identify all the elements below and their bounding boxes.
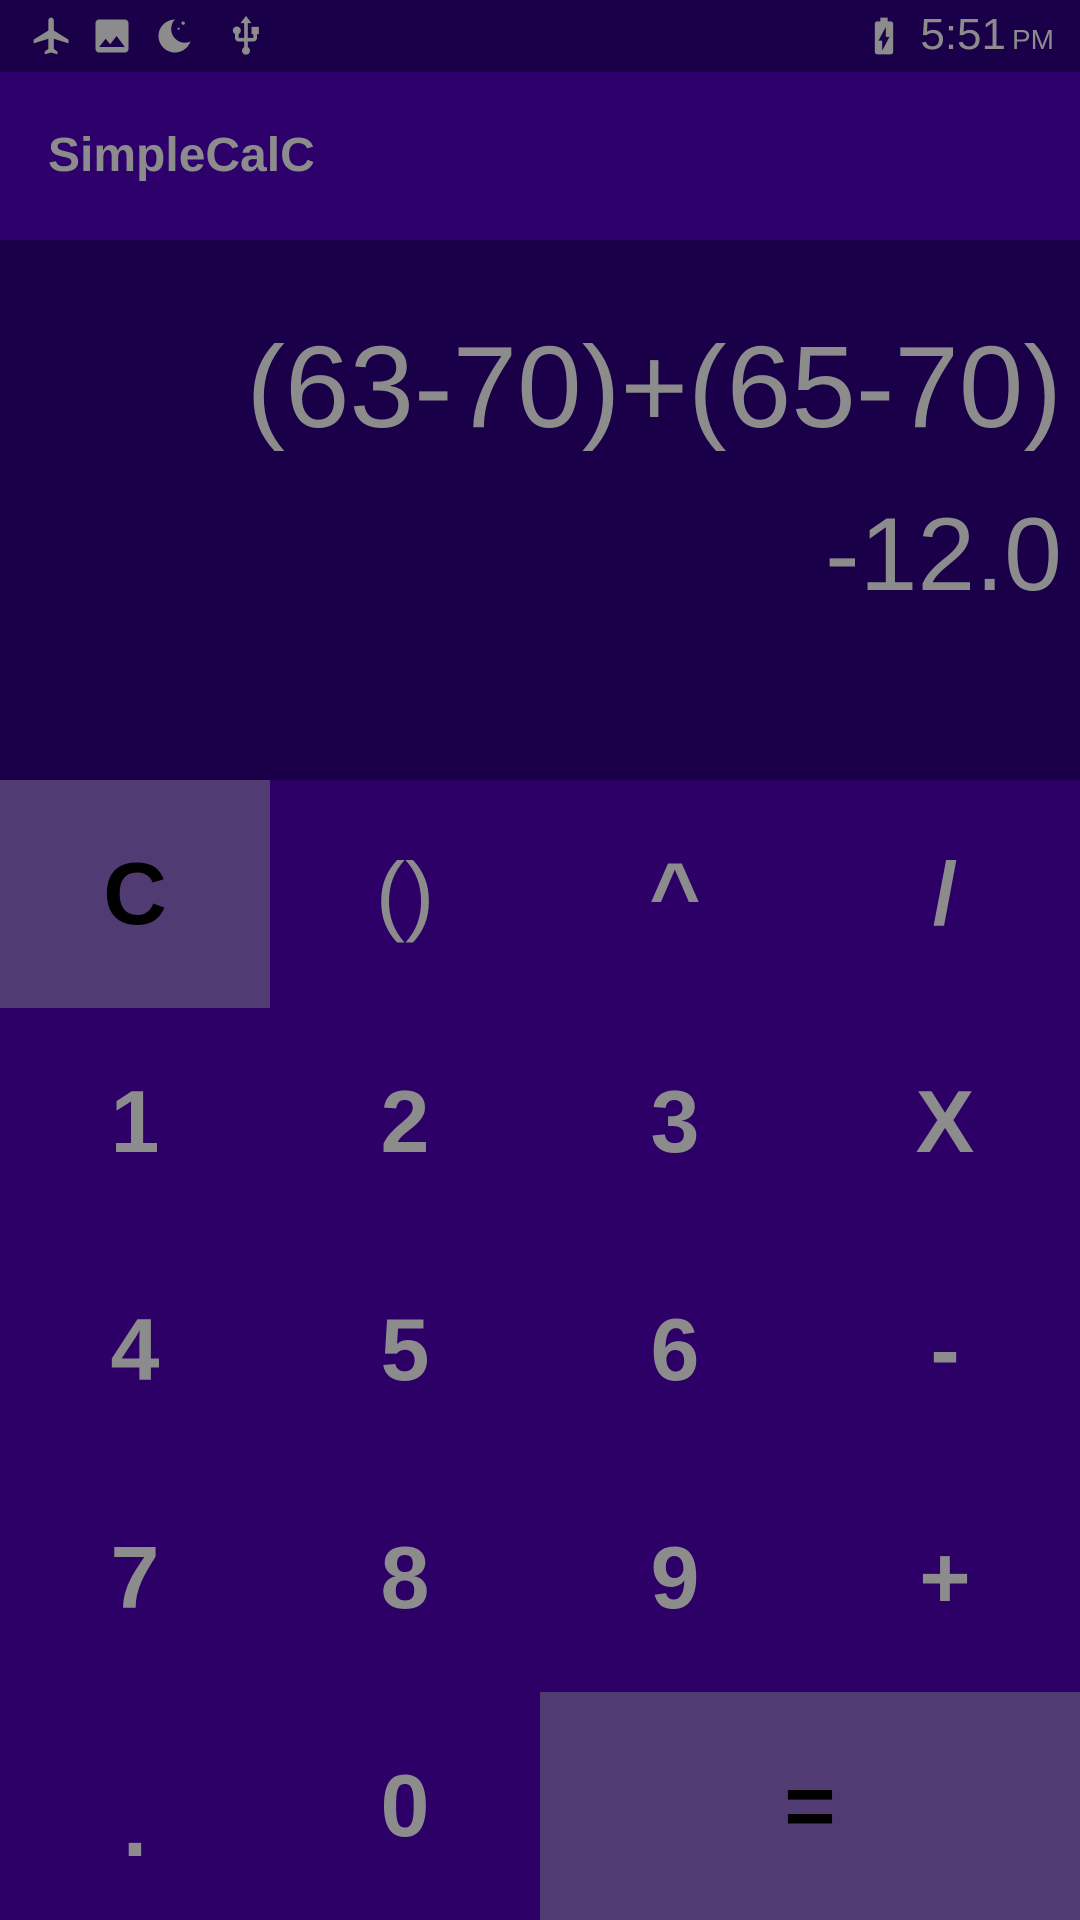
equals-button[interactable]: = <box>540 1692 1080 1920</box>
calculator-display: (63-70)+(65-70) -12.0 <box>0 240 1080 780</box>
keypad: C () ^ / 1 2 3 X 4 5 6 - 7 8 9 + . 0 = <box>0 780 1080 1920</box>
result-text: -12.0 <box>824 497 1062 613</box>
multiply-button[interactable]: X <box>810 1008 1080 1236</box>
digit-7-button[interactable]: 7 <box>0 1464 270 1692</box>
parentheses-button[interactable]: () <box>270 780 540 1008</box>
clock-ampm: PM <box>1012 24 1054 55</box>
expression-text: (63-70)+(65-70) <box>246 322 1062 452</box>
airplane-icon <box>33 17 69 55</box>
digit-5-button[interactable]: 5 <box>270 1236 540 1464</box>
clear-button[interactable]: C <box>0 780 270 1008</box>
app-bar: SimpleCalC <box>0 72 1080 240</box>
clock-time: 5:51 <box>920 10 1006 59</box>
minus-button[interactable]: - <box>810 1236 1080 1464</box>
plus-button[interactable]: + <box>810 1464 1080 1692</box>
moon-icon <box>158 19 191 53</box>
image-icon <box>95 19 129 53</box>
digit-8-button[interactable]: 8 <box>270 1464 540 1692</box>
digit-4-button[interactable]: 4 <box>0 1236 270 1464</box>
usb-icon <box>232 15 259 55</box>
divide-button[interactable]: / <box>810 780 1080 1008</box>
digit-0-button[interactable]: 0 <box>270 1692 540 1920</box>
status-bar: 5:51 PM <box>0 0 1080 72</box>
decimal-point-button[interactable]: . <box>0 1692 270 1920</box>
digit-9-button[interactable]: 9 <box>540 1464 810 1692</box>
app-title: SimpleCalC <box>48 129 315 182</box>
digit-1-button[interactable]: 1 <box>0 1008 270 1236</box>
digit-2-button[interactable]: 2 <box>270 1008 540 1236</box>
status-time: 5:51 PM <box>920 10 1054 60</box>
digit-6-button[interactable]: 6 <box>540 1236 810 1464</box>
battery-charging-icon <box>874 17 894 55</box>
digit-3-button[interactable]: 3 <box>540 1008 810 1236</box>
power-button[interactable]: ^ <box>540 780 810 1008</box>
